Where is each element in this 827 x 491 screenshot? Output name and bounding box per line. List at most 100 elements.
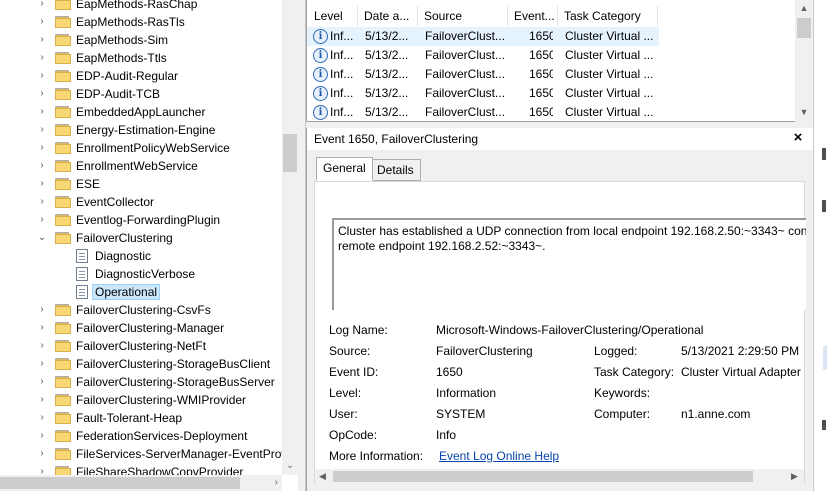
chevron-right-icon[interactable]: › <box>37 395 47 405</box>
list-scroll-down-icon[interactable]: ▼ <box>795 104 813 120</box>
column-header-event-id[interactable]: Event... <box>508 6 558 26</box>
event-message-box[interactable]: Cluster has established a UDP connection… <box>332 218 806 310</box>
column-header-source[interactable]: Source <box>418 6 508 26</box>
tree-folder-item[interactable]: › ESE <box>0 175 282 193</box>
computer-label: Computer: <box>594 407 651 421</box>
cell-level: Inf... <box>330 29 354 43</box>
tree-scroll-right-icon[interactable]: › <box>275 475 278 491</box>
table-row[interactable]: iInf... 5/13/2... FailoverClust... 1650 Clus… <box>307 84 659 103</box>
tree-folder-item[interactable]: › FileServices-ServerManager-EventProvi <box>0 445 282 463</box>
detail-hscroll-thumb[interactable] <box>333 471 753 482</box>
tree-item-label: EDP-Audit-Regular <box>76 69 179 83</box>
chevron-right-icon[interactable]: › <box>37 0 47 9</box>
event-message-line-2: remote endpoint 192.168.2.52:~3343~. <box>338 239 546 253</box>
detail-horizontal-scrollbar[interactable]: ◀ ▶ <box>315 469 804 484</box>
list-vscroll-thumb[interactable] <box>797 18 811 38</box>
table-row[interactable]: iInf... 5/13/2... FailoverClust... 1650 Clus… <box>307 103 659 121</box>
detail-scroll-left-icon[interactable]: ◀ <box>319 469 326 484</box>
close-icon[interactable]: × <box>791 130 805 146</box>
tree-folder-item[interactable]: › Fault-Tolerant-Heap <box>0 409 282 427</box>
tree-folder-item[interactable]: › EnrollmentPolicyWebService <box>0 139 282 157</box>
chevron-right-icon[interactable]: › <box>37 179 47 189</box>
chevron-down-icon[interactable]: ⌄ <box>37 233 47 243</box>
chevron-right-icon[interactable]: › <box>37 341 47 351</box>
folder-icon <box>55 214 71 226</box>
list-scroll-up-icon[interactable]: ▲ <box>795 0 813 16</box>
event-log-online-help-link[interactable]: Event Log Online Help <box>439 449 559 463</box>
chevron-right-icon[interactable]: › <box>37 413 47 423</box>
table-row[interactable]: iInf... 5/13/2... FailoverClust... 1650 Clus… <box>307 65 659 84</box>
opcode-label: OpCode: <box>329 428 378 442</box>
chevron-right-icon[interactable]: › <box>37 89 47 99</box>
tree-hscroll-thumb[interactable] <box>0 477 240 489</box>
chevron-right-icon[interactable]: › <box>37 197 47 207</box>
tree-folder-item[interactable]: › EapMethods-Sim <box>0 31 282 49</box>
pane-splitter[interactable] <box>298 0 306 491</box>
cell-event: 1650 <box>529 48 553 62</box>
tree-folder-item[interactable]: › EmbeddedAppLauncher <box>0 103 282 121</box>
list-vertical-scrollbar[interactable]: ▲ ▼ <box>795 0 813 122</box>
chevron-right-icon[interactable]: › <box>37 143 47 153</box>
column-header-level[interactable]: Level <box>308 6 358 26</box>
chevron-right-icon[interactable]: › <box>37 359 47 369</box>
chevron-right-icon[interactable]: › <box>37 125 47 135</box>
tree-horizontal-scrollbar[interactable]: › <box>0 475 282 491</box>
table-row[interactable]: iInf... 5/13/2... FailoverClust... 1650 Clus… <box>307 27 659 46</box>
tree-vertical-scrollbar[interactable]: ⌄ <box>282 0 298 475</box>
tree-vscroll-thumb[interactable] <box>283 134 297 172</box>
info-icon: i <box>313 105 328 120</box>
tree-scroll-down-icon[interactable]: ⌄ <box>282 458 298 472</box>
chevron-right-icon[interactable]: › <box>37 431 47 441</box>
folder-icon <box>55 412 71 424</box>
tree-folder-item[interactable]: › EapMethods-RasChap <box>0 0 282 13</box>
info-icon: i <box>313 29 328 44</box>
chevron-right-icon[interactable]: › <box>37 449 47 459</box>
tab-details[interactable]: Details <box>370 159 421 181</box>
chevron-right-icon[interactable]: › <box>37 35 47 45</box>
log-icon <box>76 285 88 299</box>
level-label: Level: <box>329 386 362 400</box>
tree-log-item[interactable]: DiagnosticVerbose <box>0 265 282 283</box>
tree-folder-item[interactable]: ⌄ FailoverClustering <box>0 229 282 247</box>
tree-folder-item[interactable]: › FailoverClustering-StorageBusClient <box>0 355 282 373</box>
folder-icon <box>55 304 71 316</box>
tree-folder-item[interactable]: › FailoverClustering-CsvFs <box>0 301 282 319</box>
tree-folder-item[interactable]: › FailoverClustering-StorageBusServer <box>0 373 282 391</box>
actions-pane-marker <box>822 200 826 212</box>
chevron-right-icon[interactable]: › <box>37 305 47 315</box>
tree-folder-item[interactable]: › Eventlog-ForwardingPlugin <box>0 211 282 229</box>
chevron-right-icon[interactable]: › <box>37 161 47 171</box>
tree-folder-item[interactable]: › EnrollmentWebService <box>0 157 282 175</box>
tree-folder-item[interactable]: › FailoverClustering-Manager <box>0 319 282 337</box>
tree-folder-item[interactable]: › EapMethods-RasTls <box>0 13 282 31</box>
tree-folder-item[interactable]: › FederationServices-Deployment <box>0 427 282 445</box>
chevron-right-icon[interactable]: › <box>37 53 47 63</box>
tree-folder-item[interactable]: › FailoverClustering-WMIProvider <box>0 391 282 409</box>
source-label: Source: <box>329 344 371 358</box>
tree-folder-item[interactable]: › EDP-Audit-Regular <box>0 67 282 85</box>
tree-log-item[interactable]: Operational <box>0 283 282 301</box>
computer-value: n1.anne.com <box>681 407 751 421</box>
column-header-task-category[interactable]: Task Category <box>558 6 658 26</box>
event-id-label: Event ID: <box>329 365 379 379</box>
tree-folder-item[interactable]: › EapMethods-Ttls <box>0 49 282 67</box>
chevron-right-icon[interactable]: › <box>37 107 47 117</box>
tree-folder-item[interactable]: › EDP-Audit-TCB <box>0 85 282 103</box>
tree-folder-item[interactable]: › Energy-Estimation-Engine <box>0 121 282 139</box>
table-row[interactable]: iInf... 5/13/2... FailoverClust... 1650 Clus… <box>307 46 659 65</box>
tree-item-label: Diagnostic <box>95 249 152 263</box>
chevron-right-icon[interactable]: › <box>37 377 47 387</box>
keywords-label: Keywords: <box>594 386 651 400</box>
chevron-right-icon[interactable]: › <box>37 215 47 225</box>
tree-item-label: FailoverClustering-NetFt <box>76 339 207 353</box>
chevron-right-icon[interactable]: › <box>37 71 47 81</box>
tab-general[interactable]: General <box>316 157 373 181</box>
tree-folder-item[interactable]: › EventCollector <box>0 193 282 211</box>
tree-folder-item[interactable]: › FailoverClustering-NetFt <box>0 337 282 355</box>
detail-scroll-right-icon[interactable]: ▶ <box>791 469 798 484</box>
chevron-right-icon[interactable]: › <box>37 323 47 333</box>
column-header-date[interactable]: Date a... <box>358 6 418 26</box>
tree-log-item[interactable]: Diagnostic <box>0 247 282 265</box>
chevron-right-icon[interactable]: › <box>37 17 47 27</box>
folder-icon <box>55 34 71 46</box>
